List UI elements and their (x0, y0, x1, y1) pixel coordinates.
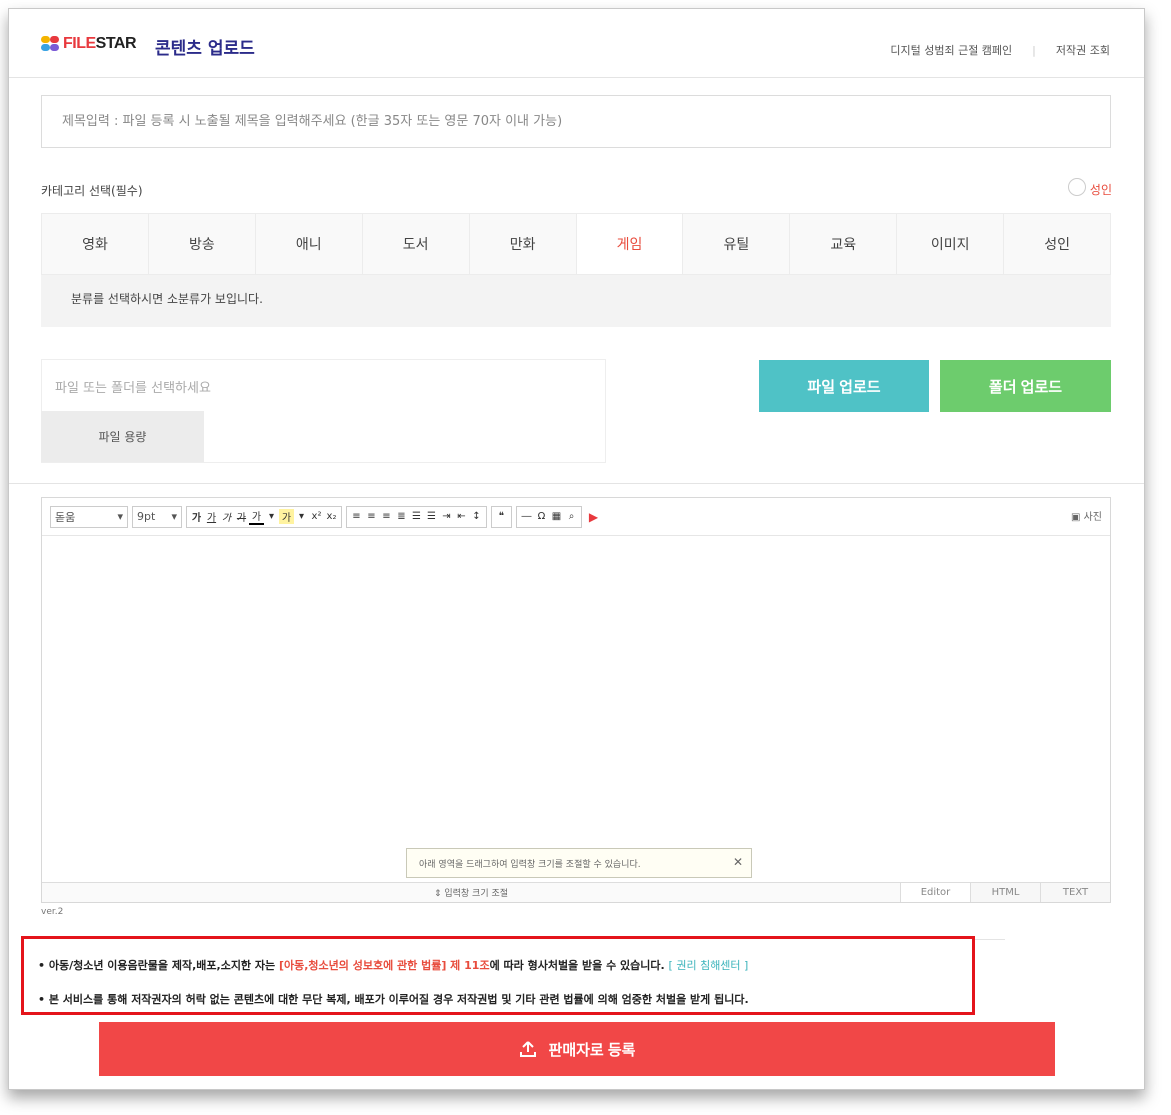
tab-editor[interactable]: Editor (900, 882, 970, 902)
font-family-select[interactable]: 돋움 ▾ (50, 505, 128, 528)
top-links: 디지털 성범죄 근절 캠페인 | 저작권 조회 (890, 42, 1110, 58)
resize-handle[interactable]: ⇕ 입력창 크기 조절 (42, 882, 900, 902)
editor-toolbar: 돋움▾ 9pt▾ 가 가 가 가 가 ▾ 가 ▾ x² x₂ ≡ ≡ ≡ ≣ (42, 498, 1110, 536)
find-icon[interactable]: ⌕ (564, 511, 579, 522)
highlight-icon[interactable]: 가 (279, 509, 294, 524)
upload-icon (519, 1040, 537, 1058)
editor-version: ver.2 (41, 907, 64, 917)
category-tab-game[interactable]: 게임 (576, 214, 684, 274)
text-style-group: 가 가 가 가 가 ▾ 가 ▾ x² x₂ (186, 505, 342, 528)
photo-button[interactable]: ▣ 사진 (1071, 508, 1102, 523)
page-title: 콘텐츠 업로드 (155, 39, 255, 59)
filestar-logo[interactable]: FILESTAR (41, 35, 137, 53)
category-tab-comics[interactable]: 만화 (469, 214, 577, 274)
adult-checkbox[interactable] (1068, 178, 1086, 196)
insert-group: ― Ω ▦ ⌕ (516, 505, 582, 528)
filestar-logo-icon (41, 36, 61, 52)
campaign-link[interactable]: 디지털 성범죄 근절 캠페인 (890, 42, 1012, 58)
paragraph-group: ≡ ≡ ≡ ≣ ☰ ☰ ⇥ ⇤ ↕ (346, 505, 487, 528)
legal-notice: • 아동/청소년 이용음란물을 제작,배포,소지한 자는 [아동,청소년의 성보… (21, 936, 975, 1015)
header-divider (9, 77, 1144, 78)
quote-icon[interactable]: ❝ (494, 511, 509, 522)
ordered-list-icon[interactable]: ☰ (409, 511, 424, 522)
law-reference: [아동,청소년의 성보호에 관한 법률] 제 11조 (278, 959, 490, 972)
register-seller-button[interactable]: 판매자로 등록 (99, 1022, 1055, 1076)
table-icon[interactable]: ▦ (549, 511, 564, 522)
photo-icon: ▣ (1070, 512, 1081, 523)
logo-text: FILESTAR (63, 35, 137, 52)
title-input[interactable] (41, 95, 1111, 148)
chevron-down-icon[interactable]: ▾ (294, 511, 309, 522)
strikethrough-icon[interactable]: 가 (234, 509, 249, 524)
rights-center-link[interactable]: [ 권리 침해센터 ] (669, 959, 749, 972)
underline-icon[interactable]: 가 (204, 509, 219, 524)
chevron-down-icon[interactable]: ▾ (264, 511, 279, 522)
font-size-select[interactable]: 9pt ▾ (132, 505, 182, 528)
copyright-lookup-link[interactable]: 저작권 조회 (1056, 42, 1110, 58)
category-tab-broadcast[interactable]: 방송 (148, 214, 256, 274)
subscript-icon[interactable]: x₂ (324, 511, 339, 522)
horizontal-rule-icon[interactable]: ― (519, 511, 534, 522)
category-tabs: 영화 방송 애니 도서 만화 게임 유틸 교육 이미지 성인 (41, 213, 1111, 275)
align-right-icon[interactable]: ≡ (379, 511, 394, 522)
category-tab-books[interactable]: 도서 (362, 214, 470, 274)
file-select-placeholder: 파일 또는 폴더를 선택하세요 (55, 381, 211, 396)
close-icon[interactable]: ✕ (733, 855, 743, 869)
legal-notice-line-1: • 아동/청소년 이용음란물을 제작,배포,소지한 자는 [아동,청소년의 성보… (38, 959, 749, 972)
rich-text-editor: 돋움▾ 9pt▾ 가 가 가 가 가 ▾ 가 ▾ x² x₂ ≡ ≡ ≡ ≣ (41, 497, 1111, 903)
link-separator: | (1032, 43, 1036, 57)
adult-checkbox-label[interactable]: 성인 (1090, 181, 1112, 198)
category-tab-movie[interactable]: 영화 (42, 214, 149, 274)
section-divider (9, 483, 1144, 484)
file-upload-button[interactable]: 파일 업로드 (759, 360, 929, 412)
bold-icon[interactable]: 가 (189, 509, 204, 524)
unordered-list-icon[interactable]: ☰ (424, 511, 439, 522)
justify-icon[interactable]: ≣ (394, 511, 409, 522)
indent-icon[interactable]: ⇥ (439, 511, 454, 522)
legal-divider (975, 939, 1005, 940)
chevron-down-icon: ▾ (117, 510, 123, 523)
superscript-icon[interactable]: x² (309, 511, 324, 522)
quote-group: ❝ (491, 505, 512, 528)
align-left-icon[interactable]: ≡ (349, 511, 364, 522)
tab-html[interactable]: HTML (970, 882, 1040, 902)
tab-text[interactable]: TEXT (1040, 882, 1110, 902)
video-icon[interactable]: ▶ (586, 510, 601, 524)
outdent-icon[interactable]: ⇤ (454, 511, 469, 522)
special-char-icon[interactable]: Ω (534, 511, 549, 522)
line-height-icon[interactable]: ↕ (469, 511, 484, 522)
align-center-icon[interactable]: ≡ (364, 511, 379, 522)
category-label: 카테고리 선택(필수) (41, 184, 143, 198)
folder-upload-button[interactable]: 폴더 업로드 (940, 360, 1111, 412)
file-size-label: 파일 용량 (41, 411, 204, 462)
font-color-icon[interactable]: 가 (249, 508, 264, 525)
category-tab-image[interactable]: 이미지 (897, 214, 1005, 274)
category-tab-anime[interactable]: 애니 (255, 214, 363, 274)
category-tab-adult[interactable]: 성인 (1004, 214, 1111, 274)
resize-tooltip: 아래 영역을 드래그하여 입력창 크기를 조절할 수 있습니다. ✕ (406, 848, 752, 878)
upload-window: FILESTAR 콘텐츠 업로드 디지털 성범죄 근절 캠페인 | 저작권 조회… (8, 8, 1145, 1090)
editor-mode-tabs: Editor HTML TEXT (900, 882, 1110, 902)
legal-notice-line-2: • 본 서비스를 통해 저작권자의 허락 없는 콘텐츠에 대한 무단 복제, 배… (38, 993, 749, 1006)
italic-icon[interactable]: 가 (219, 509, 234, 524)
category-tab-education[interactable]: 교육 (790, 214, 898, 274)
chevron-down-icon: ▾ (171, 510, 177, 523)
category-tab-utility[interactable]: 유틸 (683, 214, 791, 274)
subcategory-hint: 분류를 선택하시면 소분류가 보입니다. (41, 275, 1111, 327)
